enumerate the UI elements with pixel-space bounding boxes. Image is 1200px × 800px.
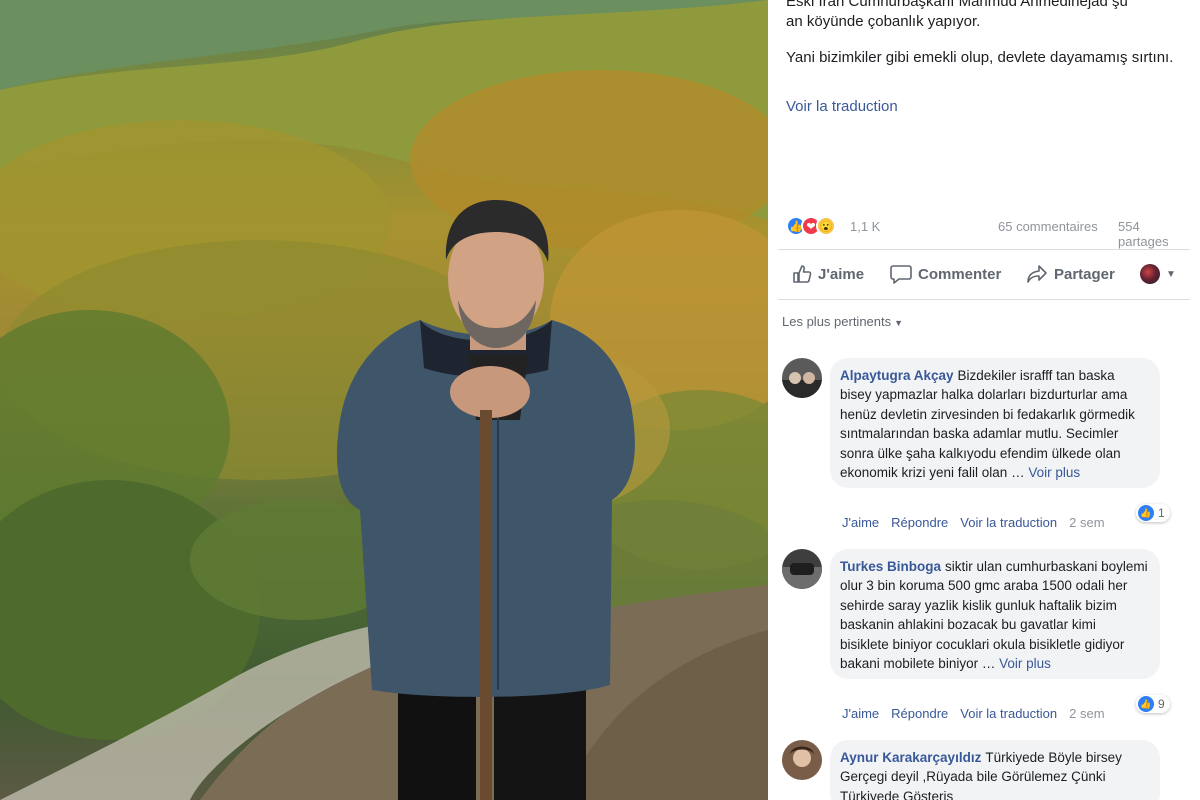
- see-more-link[interactable]: Voir plus: [999, 656, 1051, 671]
- comment-timestamp[interactable]: 2 sem: [1069, 515, 1104, 530]
- comment-text: siktir ulan cumhurbaskani boylemi olur 3…: [840, 559, 1148, 672]
- like-reaction-icon: 👍: [1138, 505, 1154, 521]
- comment-actions: J'aime Répondre Voir la traduction 2 sem: [842, 706, 1117, 721]
- comment-reply-link[interactable]: Répondre: [891, 706, 948, 721]
- chevron-down-icon: ▼: [1166, 268, 1176, 280]
- like-button[interactable]: J'aime: [792, 264, 864, 284]
- comment-translate-link[interactable]: Voir la traduction: [960, 706, 1057, 721]
- comment-sort-label: Les plus pertinents: [782, 314, 892, 329]
- divider: [778, 299, 1190, 300]
- comment-reaction-badge[interactable]: 👍 1: [1136, 504, 1170, 522]
- chevron-down-icon: ▼: [894, 318, 904, 328]
- thumbs-up-icon: [793, 265, 812, 283]
- avatar: [1140, 264, 1160, 284]
- comment-button[interactable]: Commenter: [890, 264, 1001, 284]
- comment-author[interactable]: Alpaytugra Akçay: [840, 368, 954, 383]
- post-panel: Eski İran Cumhurbaşkanı Mahmud Ahmedinej…: [768, 0, 1200, 800]
- comment-bubble: Aynur Karakarçayıldız Türkiyede Böyle bir…: [830, 740, 1160, 800]
- photo-scene: [0, 0, 768, 800]
- share-button-label: Partager: [1054, 265, 1115, 283]
- comment-like-link[interactable]: J'aime: [842, 706, 879, 721]
- like-button-label: J'aime: [818, 265, 865, 283]
- comment-button-label: Commenter: [918, 265, 1002, 283]
- comment-author[interactable]: Turkes Binboga: [840, 559, 941, 574]
- comment-bubble: Turkes Binboga siktir ulan cumhurbaskani …: [830, 549, 1160, 680]
- avatar[interactable]: [782, 358, 822, 398]
- share-button[interactable]: Partager: [1026, 264, 1115, 284]
- post-text: Eski İran Cumhurbaşkanı Mahmud Ahmedinej…: [786, 0, 1186, 84]
- comment-text: Bizdekiler israfff tan baska bisey yapma…: [840, 368, 1135, 481]
- comment-sort-dropdown[interactable]: Les plus pertinents ▼: [782, 314, 903, 329]
- post-as-selector[interactable]: ▼: [1140, 264, 1176, 284]
- post-text-paragraph-2: Yani bizimkiler gibi emekli olup, devlet…: [786, 49, 1174, 66]
- comment-timestamp[interactable]: 2 sem: [1069, 706, 1104, 721]
- shares-count[interactable]: 554 partages: [1118, 219, 1190, 249]
- post-photo[interactable]: [0, 0, 768, 800]
- like-reaction-icon: 👍: [1138, 696, 1154, 712]
- post-text-line-2: an köyünde çobanlık yapıyor.: [786, 13, 981, 30]
- comment-reaction-count: 1: [1158, 506, 1165, 520]
- avatar[interactable]: [782, 740, 822, 780]
- comment-actions: J'aime Répondre Voir la traduction 2 sem: [842, 515, 1117, 530]
- reaction-count[interactable]: 1,1 K: [850, 219, 880, 234]
- comment-bubble: Alpaytugra Akçay Bizdekiler israfff tan b…: [830, 358, 1160, 489]
- comment-like-link[interactable]: J'aime: [842, 515, 879, 530]
- wow-reaction-icon: 😮: [816, 216, 836, 236]
- comment-translate-link[interactable]: Voir la traduction: [960, 515, 1057, 530]
- comment-author[interactable]: Aynur Karakarçayıldız: [840, 750, 981, 765]
- see-translation-link[interactable]: Voir la traduction: [786, 98, 898, 115]
- post-text-line-1: Eski İran Cumhurbaşkanı Mahmud Ahmedinej…: [786, 0, 1128, 10]
- divider: [778, 249, 1190, 250]
- comment-reply-link[interactable]: Répondre: [891, 515, 948, 530]
- reaction-icons[interactable]: 👍 ❤ 😮: [786, 216, 836, 236]
- comments-count[interactable]: 65 commentaires: [998, 219, 1098, 234]
- comment-reaction-badge[interactable]: 👍 9: [1136, 695, 1170, 713]
- share-arrow-icon: [1027, 265, 1047, 283]
- see-more-link[interactable]: Voir plus: [1028, 465, 1080, 480]
- post-action-bar: J'aime Commenter Partager ▼: [786, 260, 1190, 292]
- reactions-summary: 👍 ❤ 😮 1,1 K 65 commentaires 554 partages: [786, 216, 1190, 249]
- comment-reaction-count: 9: [1158, 697, 1165, 711]
- avatar[interactable]: [782, 549, 822, 589]
- speech-bubble-icon: [890, 265, 912, 284]
